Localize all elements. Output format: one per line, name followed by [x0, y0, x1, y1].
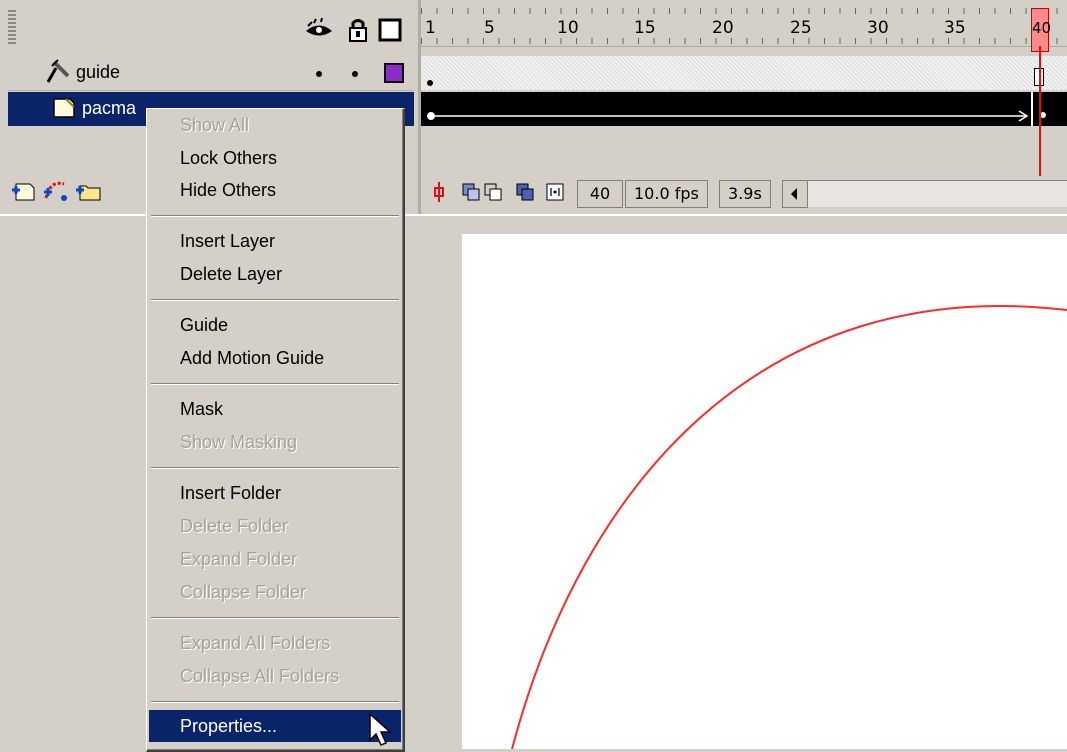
menu-item-collapse-all-folders[interactable]: Collapse All Folders: [149, 660, 401, 692]
edit-multiple-frames-icon[interactable]: [515, 182, 535, 202]
mouse-cursor-icon: [369, 712, 392, 746]
center-frame-icon[interactable]: [429, 182, 449, 202]
motion-tween-arrow: [427, 92, 1033, 126]
menu-item-show-masking[interactable]: Show Masking: [149, 426, 401, 458]
frame-ruler[interactable]: 1 5 10 15 20 25 30 35: [421, 0, 1067, 47]
scroll-left-button[interactable]: [782, 180, 808, 208]
menu-separator: [151, 215, 399, 217]
frames-pacman-end[interactable]: [1039, 92, 1067, 126]
frames-guide-layer[interactable]: [421, 56, 1067, 90]
current-frame-display: 40: [577, 180, 623, 208]
playhead-line: [1039, 46, 1041, 178]
menu-item-hide-others[interactable]: Hide Others: [149, 174, 401, 206]
menu-item-lock-others[interactable]: Lock Others: [149, 142, 401, 174]
menu-separator: [151, 701, 399, 703]
menu-item-expand-folder[interactable]: Expand Folder: [149, 543, 401, 575]
frame-label: 25: [790, 18, 812, 38]
frame-label: 1: [425, 18, 436, 38]
add-motion-guide-icon[interactable]: [42, 178, 70, 202]
menu-item-expand-all-folders[interactable]: Expand All Folders: [149, 627, 401, 659]
menu-item-collapse-folder[interactable]: Collapse Folder: [149, 576, 401, 608]
layer-name: pacma: [82, 98, 137, 118]
menu-separator: [151, 383, 399, 385]
modify-onion-markers-icon[interactable]: [545, 182, 565, 202]
menu-item-delete-folder[interactable]: Delete Folder: [149, 510, 401, 542]
menu-item-add-motion-guide[interactable]: Add Motion Guide: [149, 342, 401, 374]
layer-context-menu: Show All Lock Others Hide Others Insert …: [146, 108, 405, 752]
ruler-ticks-bottom: [421, 38, 1067, 44]
frame-label: 5: [484, 18, 495, 38]
stage-canvas[interactable]: [462, 234, 1067, 749]
frame-label: 20: [712, 18, 734, 38]
insert-folder-icon[interactable]: [74, 178, 102, 202]
menu-item-show-all[interactable]: Show All: [149, 109, 401, 141]
lock-all-icon[interactable]: [346, 18, 370, 42]
menu-item-delete-layer[interactable]: Delete Layer: [149, 258, 401, 290]
menu-item-insert-folder[interactable]: Insert Folder: [149, 477, 401, 509]
outline-all-icon[interactable]: [378, 18, 402, 42]
frame-label: 30: [867, 18, 889, 38]
ruler-ticks-top: [421, 8, 1067, 14]
layer-row-guide[interactable]: guide: [8, 56, 414, 91]
menu-item-properties[interactable]: Properties...: [149, 710, 401, 742]
motion-guide-icon: [46, 59, 70, 83]
keyframe-dot[interactable]: [427, 80, 433, 86]
visibility-dot[interactable]: [316, 71, 322, 77]
layer-outline-color-swatch[interactable]: [384, 63, 404, 83]
onion-skin-icon[interactable]: [461, 182, 481, 202]
frame-label: 35: [944, 18, 966, 38]
frame-label: 15: [634, 18, 656, 38]
show-hide-all-eye-icon[interactable]: [304, 18, 334, 42]
insert-layer-icon[interactable]: [10, 178, 36, 202]
menu-separator: [151, 467, 399, 469]
layer-header: [0, 0, 418, 56]
panel-grip[interactable]: [8, 10, 16, 44]
frame-rate-display[interactable]: 10.0 fps: [625, 180, 708, 208]
frames-pacman-layer[interactable]: [421, 92, 1039, 126]
horizontal-scrollbar[interactable]: [808, 180, 1067, 207]
frames-empty-area: [421, 128, 1067, 176]
current-frame-label: 40: [1032, 19, 1052, 37]
menu-separator: [151, 299, 399, 301]
lock-dot[interactable]: [352, 71, 358, 77]
menu-item-guide[interactable]: Guide: [149, 309, 401, 341]
motion-guide-path[interactable]: [462, 234, 1067, 749]
elapsed-time-display: 3.9s: [719, 180, 771, 208]
layer-name: guide: [76, 62, 121, 82]
frame-label: 10: [557, 18, 579, 38]
menu-item-insert-layer[interactable]: Insert Layer: [149, 225, 401, 257]
timeline-toolbar: 40 10.0 fps 3.9s: [421, 176, 1067, 212]
menu-separator: [151, 617, 399, 619]
menu-item-mask[interactable]: Mask: [149, 393, 401, 425]
onion-skin-outlines-icon[interactable]: [483, 182, 503, 202]
layer-icon: [53, 98, 75, 118]
arrow-left-icon: [791, 188, 797, 200]
